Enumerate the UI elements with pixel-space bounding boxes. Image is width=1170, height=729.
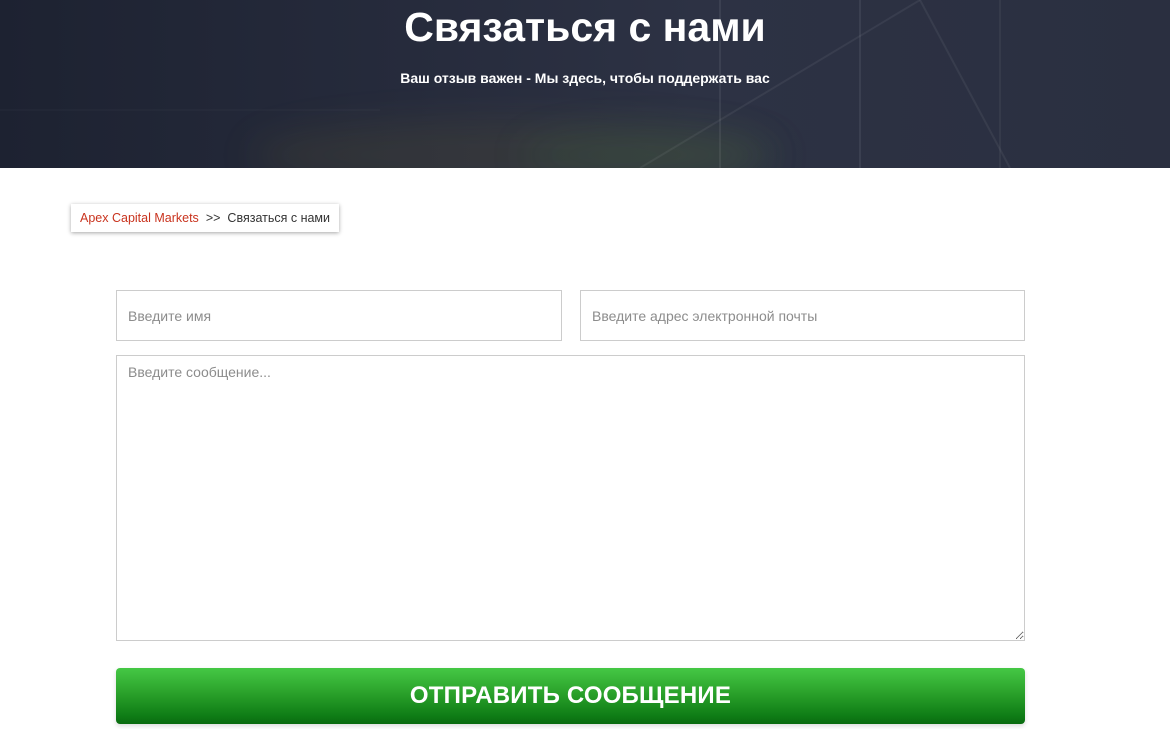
- breadcrumb-home-link[interactable]: Apex Capital Markets: [80, 211, 199, 225]
- name-input[interactable]: [116, 290, 562, 341]
- email-input[interactable]: [580, 290, 1025, 341]
- page-subtitle: Ваш отзыв важен - Мы здесь, чтобы поддер…: [400, 70, 770, 86]
- breadcrumb-separator: >>: [205, 211, 221, 225]
- message-textarea[interactable]: [116, 355, 1025, 641]
- send-message-button[interactable]: ОТПРАВИТЬ СООБЩЕНИЕ: [116, 668, 1025, 724]
- hero-banner: Связаться с нами Ваш отзыв важен - Мы зд…: [0, 0, 1170, 168]
- page-title: Связаться с нами: [404, 4, 766, 50]
- breadcrumb-current: Связаться с нами: [227, 211, 331, 225]
- breadcrumb: Apex Capital Markets >> Связаться с нами: [71, 204, 340, 232]
